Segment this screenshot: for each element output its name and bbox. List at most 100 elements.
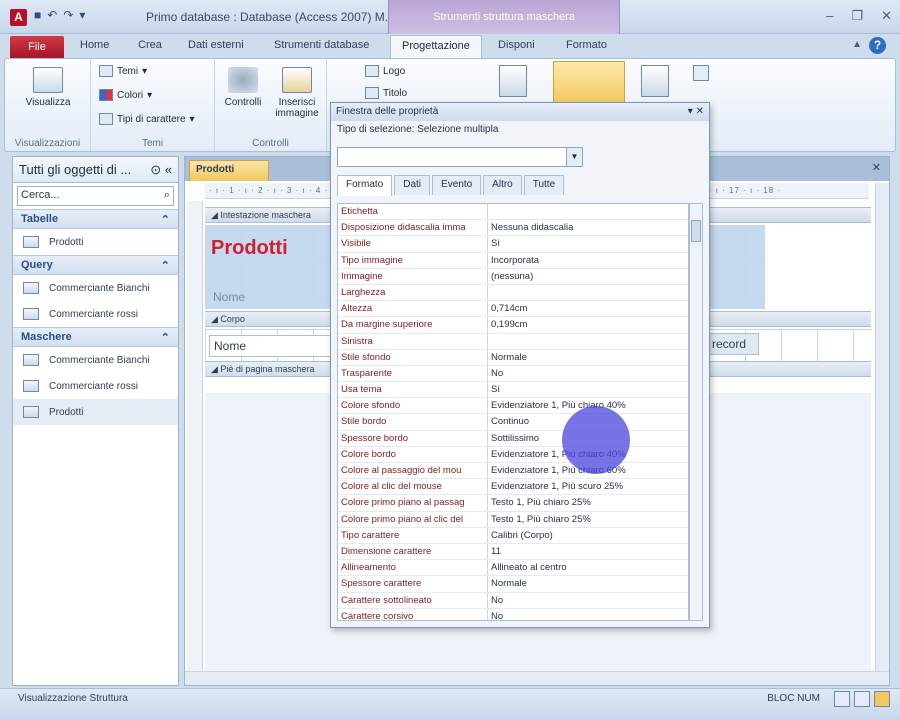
property-row[interactable]: Stile sfondo Normale [338,349,688,366]
vertical-scrollbar[interactable] [875,183,889,671]
close-icon[interactable]: ✕ [881,8,892,24]
redo-icon[interactable]: ↷ [63,8,73,22]
nav-item-form-prodotti[interactable]: Prodotti [13,399,178,425]
property-row[interactable]: Colore sfondo Evidenziatore 1, Più chiaro… [338,398,688,415]
property-row[interactable]: Tipo immagine Incorporata [338,252,688,269]
save-icon[interactable]: ■ [34,8,41,22]
property-sheet-title-bar[interactable]: Finestra delle proprietà ▾ ✕ [331,103,709,121]
property-row[interactable]: Trasparente No [338,365,688,383]
property-value[interactable] [488,285,688,300]
property-row[interactable]: Altezza 0,714cm [338,301,688,318]
property-row[interactable]: Carattere corsivo No [338,608,688,620]
property-row[interactable]: Visibile Sì [338,236,688,253]
form-view-icon[interactable] [834,691,850,707]
layout-view-icon[interactable] [854,691,870,707]
property-row[interactable]: Spessore carattere Normale [338,576,688,593]
property-value[interactable]: Normale [488,576,688,591]
property-row[interactable]: Colore bordo Evidenziatore 1, Più chiaro … [338,446,688,463]
property-value[interactable]: No [488,366,688,381]
close-document-icon[interactable]: ✕ [872,161,881,174]
tab-altro[interactable]: Altro [483,175,522,195]
form-title-label[interactable]: Prodotti [211,237,288,260]
nav-item-form-rossi[interactable]: Commerciante rossi [13,373,178,399]
tab-order-icon[interactable] [641,65,669,97]
property-value[interactable]: Testo 1, Più chiaro 25% [488,512,688,527]
property-row[interactable]: Colore primo piano al clic del Testo 1, P… [338,511,688,528]
nav-item-prodotti-table[interactable]: Prodotti [13,229,178,255]
nav-group-query[interactable]: Query ⌃ [13,255,178,275]
visualizza-button[interactable]: Visualizza [19,67,77,108]
property-scrollbar[interactable] [689,203,703,621]
property-value[interactable] [488,204,688,219]
property-value[interactable]: No [488,609,688,620]
nav-group-tabelle[interactable]: Tabelle ⌃ [13,209,178,229]
collapse-nav-icon[interactable]: ⊙ « [150,162,172,177]
titolo-button[interactable]: Titolo [365,87,407,99]
dropdown-icon[interactable]: ▾ [688,106,693,117]
undo-icon[interactable]: ↶ [47,8,57,22]
scroll-thumb[interactable] [691,220,701,242]
tab-strumenti-database[interactable]: Strumenti database [274,39,369,51]
property-value[interactable]: Evidenziatore 1, Più scuro 25% [488,479,688,494]
property-row[interactable]: Tipo carattere Calibri (Corpo) [338,527,688,544]
controlli-button[interactable]: Controlli [219,67,267,108]
property-value[interactable]: Sì [488,236,688,251]
nav-group-maschere[interactable]: Maschere ⌃ [13,327,178,347]
tab-formato[interactable]: Formato [566,39,607,51]
nav-item-query-rossi[interactable]: Commerciante rossi [13,301,178,327]
property-row[interactable]: Carattere sottolineato No [338,592,688,609]
property-value[interactable]: Testo 1, Più chiaro 25% [488,495,688,510]
tab-progettazione[interactable]: Progettazione [390,35,482,58]
property-row[interactable]: Stile bordo Continuo [338,414,688,431]
nav-item-query-bianchi[interactable]: Commerciante Bianchi [13,275,178,301]
property-row[interactable]: Colore al clic del mouse Evidenziatore 1,… [338,479,688,496]
tab-dati-esterni[interactable]: Dati esterni [188,39,244,51]
selection-combo[interactable]: ▼ [337,147,583,167]
horizontal-scrollbar[interactable] [185,671,889,685]
add-fields-icon[interactable] [499,65,527,97]
tab-crea[interactable]: Crea [138,39,162,51]
tab-evento[interactable]: Evento [432,175,482,195]
property-value[interactable]: 11 [488,544,688,559]
property-value[interactable] [488,334,688,349]
property-row[interactable]: Allineamento Allineato al centro [338,560,688,577]
close-icon[interactable]: ✕ [696,106,704,117]
logo-button[interactable]: Logo [365,65,405,77]
property-row[interactable]: Sinistra [338,333,688,350]
property-row[interactable]: Immagine (nessuna) [338,268,688,285]
nav-search-input[interactable]: Cerca... ⌕ [17,186,174,206]
property-sheet-button[interactable] [553,61,625,105]
tab-dati[interactable]: Dati [394,175,431,195]
search-icon[interactable]: ⌕ [164,189,170,203]
property-row[interactable]: Colore primo piano al passag Testo 1, Più… [338,495,688,512]
tab-formato[interactable]: Formato [337,175,393,196]
property-value[interactable]: Incorporata [488,253,688,268]
nav-header[interactable]: Tutti gli oggetti di ... ⊙ « [13,157,178,183]
help-icon[interactable]: ? [869,37,886,54]
property-row[interactable]: Larghezza [338,284,688,302]
property-value[interactable]: Nessuna didascalia [488,220,688,235]
minimize-ribbon-icon[interactable]: ▲ [852,39,862,50]
property-value[interactable]: No [488,593,688,608]
header-field-label[interactable]: Nome [209,287,249,307]
tab-file[interactable]: File [10,36,64,58]
access-logo-icon[interactable]: A [10,9,27,26]
tab-home[interactable]: Home [80,39,109,51]
property-row[interactable]: Dimensione carattere 11 [338,543,688,561]
colori-button[interactable]: Colori ▾ [99,89,152,101]
code-icon[interactable] [693,65,709,81]
property-value[interactable]: Sì [488,382,688,397]
tab-tutte[interactable]: Tutte [523,175,565,195]
body-field-nome[interactable]: Nome [209,335,335,357]
tipi-carattere-button[interactable]: Tipi di carattere ▾ [99,113,195,125]
property-row[interactable]: Spessore bordo Sottilissimo [338,430,688,447]
property-value[interactable]: Allineato al centro [488,560,688,575]
chevron-down-icon[interactable]: ▼ [566,148,582,166]
document-tab-prodotti[interactable]: Prodotti [189,160,269,181]
property-row[interactable]: Colore al passaggio del mou Evidenziatore… [338,463,688,480]
property-value[interactable]: (nessuna) [488,269,688,284]
record-button[interactable]: record [707,333,759,355]
property-value[interactable]: 0,714cm [488,301,688,316]
property-row[interactable]: Usa tema Sì [338,382,688,399]
property-row[interactable]: Da margine superiore 0,199cm [338,317,688,334]
